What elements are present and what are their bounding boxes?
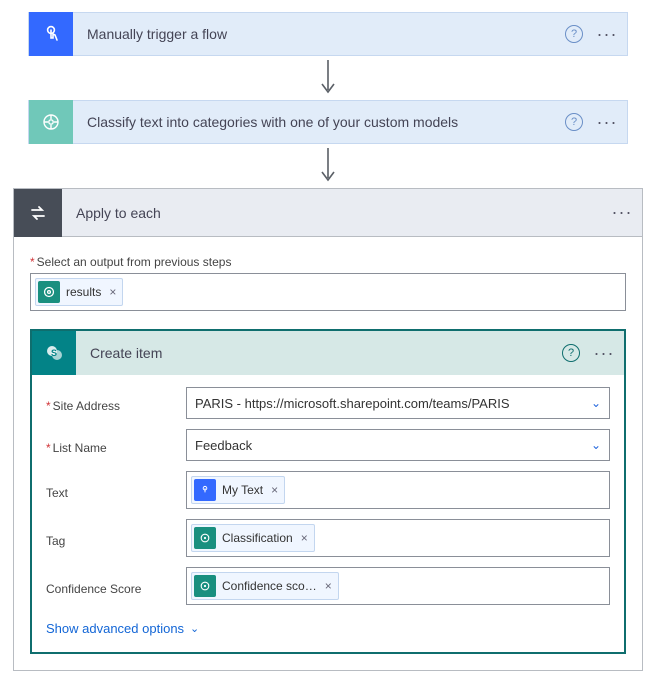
card-title: Create item <box>76 345 562 361</box>
token-remove-icon[interactable]: × <box>107 285 118 299</box>
aibuilder-icon <box>29 100 73 144</box>
create-item-card: S Create item ? ··· *Site Address PARIS … <box>30 329 626 654</box>
label-list-name: *List Name <box>46 435 176 455</box>
loop-icon <box>14 189 62 237</box>
apply-to-each-header[interactable]: Apply to each ··· <box>14 189 642 237</box>
label-confidence: Confidence Score <box>46 576 176 596</box>
token-label: My Text <box>222 483 263 497</box>
chevron-down-icon: ⌄ <box>591 396 601 410</box>
help-icon[interactable]: ? <box>565 113 583 131</box>
sharepoint-icon: S <box>32 331 76 375</box>
touch-icon <box>29 12 73 56</box>
card-title: Manually trigger a flow <box>73 26 565 42</box>
field-tag[interactable]: Classification × <box>186 519 610 557</box>
connector-arrow <box>28 56 628 100</box>
chevron-down-icon: ⌄ <box>190 622 199 635</box>
token-label: Classification <box>222 531 293 545</box>
output-label: *Select an output from previous steps <box>30 255 626 269</box>
token-label: results <box>66 285 101 299</box>
apply-to-each-container: Apply to each ··· *Select an output from… <box>13 188 643 671</box>
create-item-header[interactable]: S Create item ? ··· <box>32 331 624 375</box>
label-site-address: *Site Address <box>46 393 176 413</box>
show-advanced-options-link[interactable]: Show advanced options ⌄ <box>46 621 199 636</box>
token-confidence[interactable]: Confidence sco… × <box>191 572 339 600</box>
more-icon[interactable]: ··· <box>593 112 621 133</box>
select-site-address[interactable]: PARIS - https://microsoft.sharepoint.com… <box>186 387 610 419</box>
row-text: Text My Text × <box>46 471 610 509</box>
token-remove-icon[interactable]: × <box>269 483 280 497</box>
select-list-name[interactable]: Feedback ⌄ <box>186 429 610 461</box>
action-card-classify[interactable]: Classify text into categories with one o… <box>28 100 628 144</box>
more-icon[interactable]: ··· <box>608 202 636 223</box>
label-text: Text <box>46 480 176 500</box>
row-tag: Tag Classification × <box>46 519 610 557</box>
connector-arrow <box>28 144 628 188</box>
token-classification[interactable]: Classification × <box>191 524 315 552</box>
token-results[interactable]: results × <box>35 278 123 306</box>
touch-icon <box>194 479 216 501</box>
action-card-trigger[interactable]: Manually trigger a flow ? ··· <box>28 12 628 56</box>
aibuilder-icon <box>194 575 216 597</box>
token-mytext[interactable]: My Text × <box>191 476 285 504</box>
help-icon[interactable]: ? <box>565 25 583 43</box>
select-value: Feedback <box>195 438 252 453</box>
svg-text:S: S <box>51 348 57 358</box>
aibuilder-icon <box>194 527 216 549</box>
more-icon[interactable]: ··· <box>593 24 621 45</box>
token-remove-icon[interactable]: × <box>323 579 334 593</box>
help-icon[interactable]: ? <box>562 344 580 362</box>
aibuilder-icon <box>38 281 60 303</box>
token-remove-icon[interactable]: × <box>299 531 310 545</box>
row-confidence: Confidence Score Confidence sco… × <box>46 567 610 605</box>
row-site-address: *Site Address PARIS - https://microsoft.… <box>46 387 610 419</box>
select-value: PARIS - https://microsoft.sharepoint.com… <box>195 396 510 411</box>
apply-to-each-body: *Select an output from previous steps re… <box>14 237 642 670</box>
row-list-name: *List Name Feedback ⌄ <box>46 429 610 461</box>
link-label: Show advanced options <box>46 621 184 636</box>
label-tag: Tag <box>46 528 176 548</box>
field-confidence[interactable]: Confidence sco… × <box>186 567 610 605</box>
field-text[interactable]: My Text × <box>186 471 610 509</box>
card-title: Apply to each <box>62 205 608 221</box>
token-label: Confidence sco… <box>222 579 317 593</box>
chevron-down-icon: ⌄ <box>591 438 601 452</box>
more-icon[interactable]: ··· <box>590 343 618 364</box>
card-title: Classify text into categories with one o… <box>73 114 565 130</box>
create-item-body: *Site Address PARIS - https://microsoft.… <box>32 375 624 652</box>
output-token-field[interactable]: results × <box>30 273 626 311</box>
